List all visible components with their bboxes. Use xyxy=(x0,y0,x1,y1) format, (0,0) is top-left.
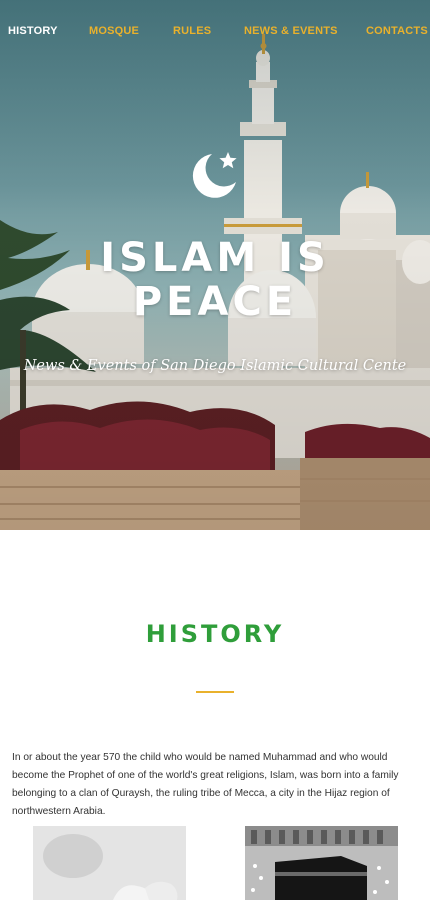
hero-banner: HISTORY MOSQUE RULES NEWS & EVENTS CONTA… xyxy=(0,0,430,530)
hero-title: ISLAM IS PEACE xyxy=(0,236,430,324)
hero-title-line1: ISLAM IS xyxy=(100,235,330,281)
prayer-hands-illustration xyxy=(33,826,186,900)
crescent-star-icon xyxy=(192,152,237,198)
history-paragraph: In or about the year 570 the child who w… xyxy=(12,752,399,817)
nav-item-rules[interactable]: RULES xyxy=(173,25,211,37)
nav-item-contacts[interactable]: CONTACTS xyxy=(366,25,428,37)
nav-item-news-events[interactable]: NEWS & EVENTS xyxy=(244,25,338,37)
hero-subtitle: News & Events of San Diego Islamic Cultu… xyxy=(23,358,407,374)
hero-title-line2: PEACE xyxy=(132,279,298,325)
prayer-hands-image[interactable] xyxy=(33,826,186,900)
nav-item-mosque[interactable]: MOSQUE xyxy=(89,25,139,37)
kaaba-illustration xyxy=(245,826,398,900)
history-title: HISTORY xyxy=(145,620,285,648)
section-divider xyxy=(196,691,234,693)
main-nav: HISTORY MOSQUE RULES NEWS & EVENTS CONTA… xyxy=(0,25,430,41)
nav-item-history[interactable]: HISTORY xyxy=(8,25,58,37)
kaaba-image[interactable] xyxy=(245,826,398,900)
